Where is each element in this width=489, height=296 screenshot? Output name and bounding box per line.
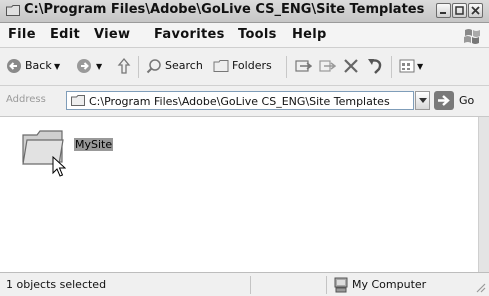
status-bar: 1 objects selected My Computer — [0, 272, 489, 296]
resize-grip-icon[interactable] — [474, 281, 486, 293]
title-bar: C:\Program Files\Adobe\GoLive CS_ENG\Sit… — [0, 0, 489, 23]
back-label: Back — [25, 59, 52, 72]
views-button[interactable]: ▼ — [399, 57, 429, 77]
status-divider — [326, 276, 327, 294]
minimize-button[interactable] — [436, 3, 451, 18]
maximize-icon — [455, 6, 464, 15]
folders-button[interactable]: Folders — [213, 57, 279, 77]
explorer-window: C:\Program Files\Adobe\GoLive CS_ENG\Sit… — [0, 0, 489, 296]
back-dropdown-icon[interactable]: ▼ — [54, 62, 60, 71]
toolbar-separator — [138, 56, 139, 78]
up-folder-icon[interactable] — [116, 57, 132, 77]
window-title: C:\Program Files\Adobe\GoLive CS_ENG\Sit… — [24, 2, 425, 17]
search-icon — [146, 59, 161, 74]
menu-favorites[interactable]: Favorites — [154, 27, 225, 42]
toolbar-separator — [391, 56, 392, 78]
close-icon — [471, 6, 480, 15]
copy-to-icon[interactable] — [318, 57, 336, 77]
windows-logo-icon — [464, 29, 480, 44]
toolbar-separator — [286, 56, 287, 78]
address-label: Address — [6, 94, 46, 105]
address-input[interactable]: C:\Program Files\Adobe\GoLive CS_ENG\Sit… — [66, 91, 414, 110]
search-label: Search — [165, 59, 203, 72]
folders-icon — [213, 60, 229, 72]
undo-icon[interactable] — [366, 57, 384, 77]
go-label[interactable]: Go — [459, 94, 474, 107]
move-to-icon[interactable] — [294, 57, 312, 77]
back-button[interactable]: Back ▼ — [6, 57, 66, 77]
folders-label: Folders — [232, 59, 272, 72]
address-dropdown-button[interactable] — [415, 91, 430, 110]
menu-bar: File Edit View Favorites Tools Help — [0, 23, 489, 48]
search-button[interactable]: Search — [146, 57, 208, 77]
menu-view[interactable]: View — [94, 27, 130, 42]
status-location-text: My Computer — [352, 278, 427, 291]
file-item-label[interactable]: MySite — [74, 138, 114, 151]
forward-dropdown-icon[interactable]: ▼ — [96, 62, 102, 71]
address-path: C:\Program Files\Adobe\GoLive CS_ENG\Sit… — [89, 95, 390, 108]
menu-file[interactable]: File — [8, 27, 36, 42]
delete-icon[interactable] — [342, 57, 360, 77]
maximize-button[interactable] — [452, 3, 467, 18]
mouse-cursor-icon — [52, 156, 66, 177]
status-divider — [250, 276, 251, 294]
forward-button[interactable]: ▼ — [76, 57, 106, 77]
computer-icon — [334, 277, 348, 293]
go-button[interactable] — [434, 91, 454, 110]
views-dropdown-icon[interactable]: ▼ — [417, 62, 423, 71]
forward-arrow-icon — [77, 59, 91, 73]
status-selection-text: 1 objects selected — [6, 278, 107, 291]
chevron-down-icon — [419, 98, 427, 103]
vertical-scrollbar[interactable] — [478, 117, 489, 272]
toolbar: Back ▼ ▼ Search Folders ▼ — [0, 48, 489, 86]
folder-icon — [71, 95, 85, 106]
minimize-icon — [440, 12, 446, 14]
folder-icon — [6, 5, 20, 16]
back-arrow-icon — [7, 59, 21, 73]
views-icon — [399, 59, 415, 73]
menu-tools[interactable]: Tools — [238, 27, 277, 42]
menu-help[interactable]: Help — [292, 27, 327, 42]
address-bar: Address C:\Program Files\Adobe\GoLive CS… — [0, 86, 489, 117]
go-arrow-icon — [438, 95, 450, 106]
menu-edit[interactable]: Edit — [50, 27, 80, 42]
file-list[interactable] — [0, 117, 478, 272]
close-button[interactable] — [468, 3, 483, 18]
